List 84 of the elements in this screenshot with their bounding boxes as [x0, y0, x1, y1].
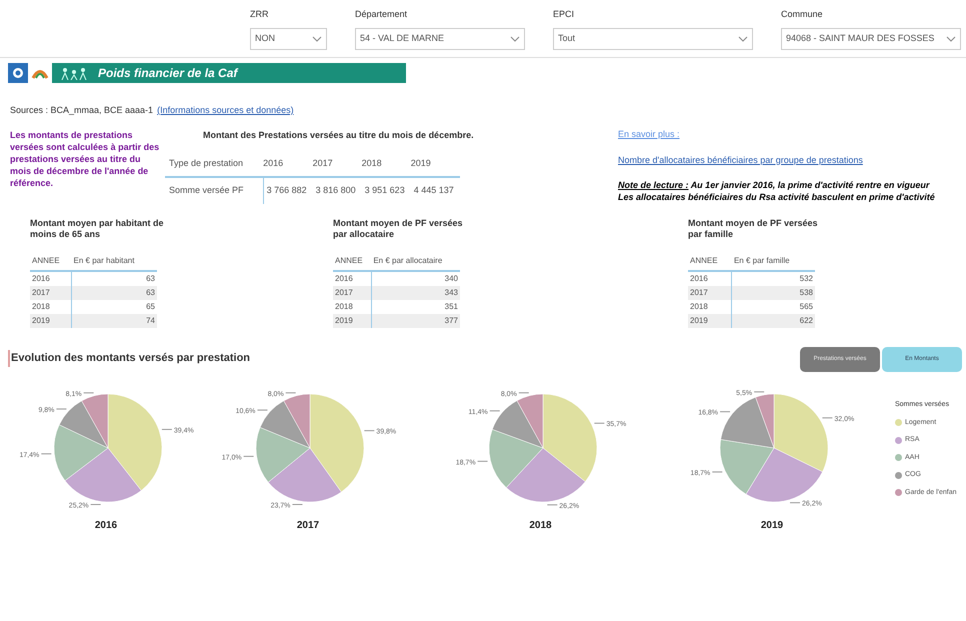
leader-line	[518, 392, 529, 394]
filter-label: EPCI	[553, 8, 576, 21]
dropdown[interactable]: Tout	[553, 28, 753, 50]
column-header: 2019	[410, 150, 460, 177]
leader-line	[546, 504, 558, 506]
table-title: Montant moyen par habitant de moins de 65 ans	[30, 218, 165, 240]
table-cell: Somme versée PF	[165, 177, 264, 204]
leader-line	[83, 392, 94, 394]
filter-label: ZRR	[250, 8, 270, 21]
table-cell: 4 445 137	[410, 177, 460, 204]
column-header: Type de prestation	[165, 150, 264, 177]
table-cell: 622	[732, 314, 815, 328]
leader-line	[476, 460, 488, 462]
column-header: En € par famille	[732, 252, 815, 271]
banner-title: Poids financier de la Caf	[98, 65, 238, 82]
sources-text: Sources : BCA_mmaa, BCE aaaa-1	[10, 104, 154, 117]
leader-line	[364, 430, 375, 432]
chart-title: 2016	[94, 519, 118, 533]
leader-line	[822, 417, 833, 418]
leader-line	[256, 410, 268, 411]
table-cell: 3 766 882	[263, 177, 313, 204]
table-cell: 2017	[688, 286, 732, 300]
leader-line	[285, 392, 296, 394]
link[interactable]: Nombre d'allocataires bénéficiaires par groupe de prestations	[618, 154, 935, 167]
table-title: Montant moyen de PF versées par famille	[688, 218, 819, 240]
table-cell: 65	[72, 300, 157, 314]
column-header: En € par allocataire	[371, 252, 460, 271]
filter-label: Commune	[781, 8, 824, 21]
table-cell: 63	[72, 271, 157, 286]
table-cell: 351	[371, 300, 460, 314]
column-header: 2018	[362, 150, 411, 177]
section-title: Evolution des montants versés par prestation	[8, 350, 250, 366]
table-cell: 2019	[688, 314, 732, 328]
table-cell: 538	[732, 286, 815, 300]
table-cell: 3 816 800	[312, 177, 362, 204]
table-cell: 2017	[30, 286, 72, 300]
table-cell: 2017	[333, 286, 372, 300]
reading-note: Les allocataires bénéficiaires du Rsa activité basculent en prime d'activité	[618, 191, 935, 203]
leader-line	[720, 411, 731, 412]
table-cell: 2019	[333, 314, 372, 328]
chevron-icon	[312, 36, 322, 42]
table-cell: 3 951 623	[362, 177, 411, 204]
leader-line	[712, 471, 723, 472]
leader-line	[40, 453, 52, 454]
column-header: ANNEE	[333, 252, 372, 271]
table-cell: 377	[371, 314, 460, 328]
leader-line	[292, 504, 303, 505]
link[interactable]: En savoir plus :	[618, 128, 935, 142]
column-header: En € par habitant	[72, 252, 157, 271]
leader-line	[243, 456, 254, 457]
column-header: ANNEE	[30, 252, 72, 271]
sources-link[interactable]: (Informations sources et données)	[157, 104, 294, 118]
leader-line	[90, 504, 102, 506]
chart-title: 2019	[760, 519, 784, 533]
table-cell: 532	[732, 271, 815, 286]
leader-line	[754, 391, 765, 392]
chart-title: 2018	[529, 519, 552, 533]
leader-line	[593, 422, 604, 424]
table-title: Montant moyen de PF versées par allocataire	[333, 218, 464, 240]
chevron-icon	[946, 36, 956, 42]
leader-line	[488, 410, 500, 412]
filter-label: Département	[355, 8, 408, 21]
column-header: ANNEE	[688, 252, 732, 271]
leader-line	[790, 502, 801, 504]
dropdown[interactable]: 54 - VAL DE MARNE	[355, 28, 525, 50]
chevron-icon	[738, 36, 748, 42]
chevron-icon	[510, 36, 520, 42]
table-cell: 565	[732, 300, 815, 314]
column-header: 2017	[312, 150, 362, 177]
dropdown[interactable]: 94068 - SAINT MAUR DES FOSSES	[781, 28, 961, 50]
chart-title: 2017	[296, 519, 320, 533]
reading-note: Note de lecture : Au 1er janvier 2016, la prime d'activité rentre en vigueur	[618, 179, 931, 191]
table-cell: 63	[72, 286, 157, 300]
table-cell: 343	[371, 286, 460, 300]
table-title: Montant des Prestations versées au titre du mois de décembre.	[202, 129, 474, 142]
table-cell: 340	[371, 271, 460, 286]
intro-note: Les montants de prestations versées sont calculées à partir des prestations versées au titre du mois de décembre de l'année de référence.	[10, 129, 160, 189]
table-cell: 74	[72, 314, 157, 328]
dropdown[interactable]: NON	[250, 28, 327, 50]
leader-line	[56, 408, 67, 410]
column-header: 2016	[263, 150, 313, 177]
leader-line	[161, 428, 172, 430]
logo-icon	[8, 63, 28, 83]
table-cell: 2019	[30, 314, 72, 328]
